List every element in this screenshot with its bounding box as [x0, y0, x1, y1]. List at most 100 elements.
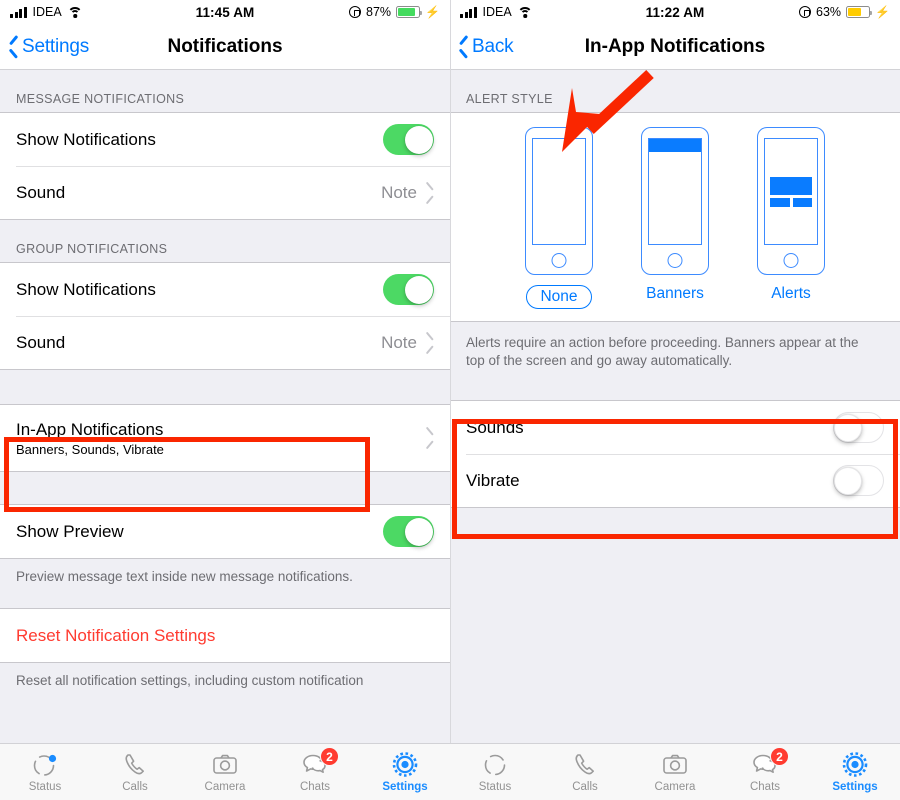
tab-label: Chats — [299, 781, 331, 793]
tab-label: Camera — [654, 781, 696, 793]
row-show-preview[interactable]: Show Preview — [0, 505, 450, 558]
tab-label: Status — [478, 781, 512, 793]
phone-screen-area — [532, 138, 586, 245]
alert-style-option-alerts[interactable]: Alerts — [757, 127, 825, 309]
left-status-right: 87% ⚡ — [349, 5, 440, 19]
tab-label: Calls — [122, 781, 148, 793]
show-preview-footnote: Preview message text inside new message … — [16, 569, 353, 584]
row-sounds[interactable]: Sounds — [450, 401, 900, 455]
row-group-sound[interactable]: Sound Note — [0, 316, 450, 369]
back-button-label: Settings — [22, 35, 90, 57]
row-label: Vibrate — [466, 470, 520, 490]
row-in-app-notifications[interactable]: In-App Notifications Banners, Sounds, Vi… — [0, 405, 450, 471]
tab-label: Settings — [832, 781, 878, 793]
rotation-lock-icon — [349, 6, 362, 18]
row-message-show-notifications[interactable]: Show Notifications — [0, 113, 450, 166]
chats-badge: 2 — [770, 747, 789, 766]
chevron-right-icon — [425, 185, 434, 201]
row-label: Sound — [16, 182, 66, 202]
phone-icon — [121, 751, 149, 778]
alert-style-option-none[interactable]: None — [525, 127, 593, 309]
toggle-vibrate[interactable] — [833, 465, 884, 497]
group-notifications-group: Show Notifications Sound Note — [0, 262, 450, 370]
toggle-sounds[interactable] — [833, 412, 884, 444]
row-value: Note — [381, 182, 417, 202]
status-ring-icon — [31, 751, 59, 778]
in-app-toggles-group: Sounds Vibrate — [450, 400, 900, 509]
row-message-sound[interactable]: Sound Note — [0, 166, 450, 219]
chevron-left-icon — [8, 37, 19, 56]
tab-status[interactable]: Status — [0, 744, 90, 800]
row-group-show-notifications[interactable]: Show Notifications — [0, 263, 450, 316]
back-button-label: Back — [472, 35, 514, 57]
tab-label: Camera — [204, 781, 246, 793]
section-header-alert-style: ALERT STYLE — [466, 92, 553, 106]
right-nav-bar: Back In-App Notifications — [450, 24, 900, 70]
banner-bar-shape — [649, 139, 701, 152]
home-button-icon — [783, 253, 799, 268]
battery-icon — [396, 6, 423, 18]
phone-preview-none-icon — [525, 127, 593, 275]
row-reset-notification-settings[interactable]: Reset Notification Settings — [0, 609, 450, 663]
tab-chats[interactable]: 2 Chats — [270, 744, 360, 800]
phone-screen-area — [648, 138, 702, 245]
row-label: Show Notifications — [16, 129, 156, 149]
tab-status[interactable]: Status — [450, 744, 540, 800]
tab-camera[interactable]: Camera — [630, 744, 720, 800]
row-label: In-App Notifications — [16, 419, 164, 439]
alert-style-picker: None Banners Alerts — [450, 112, 900, 322]
phone-icon — [571, 751, 599, 778]
home-button-icon — [667, 253, 683, 268]
in-app-notifications-group: In-App Notifications Banners, Sounds, Vi… — [0, 404, 450, 472]
chats-badge: 2 — [320, 747, 339, 766]
alert-style-option-banners[interactable]: Banners — [641, 127, 709, 309]
left-status-bar: IDEA 11:45 AM 87% ⚡ — [0, 0, 450, 24]
tab-label: Settings — [382, 781, 428, 793]
tab-bar: Status Calls Camera 2 Chats Settings Sta… — [0, 743, 900, 800]
toggle-show-preview[interactable] — [383, 516, 434, 547]
alert-style-footnote: Alerts require an action before proceedi… — [466, 335, 859, 369]
tab-chats[interactable]: 2 Chats — [720, 744, 810, 800]
reset-group: Reset Notification Settings — [0, 608, 450, 664]
alert-style-label-banners: Banners — [646, 285, 704, 302]
tab-camera[interactable]: Camera — [180, 744, 270, 800]
tab-calls[interactable]: Calls — [540, 744, 630, 800]
toggle-message-show-notifications[interactable] — [383, 124, 434, 155]
gear-icon — [391, 751, 419, 778]
tab-settings[interactable]: Settings — [810, 744, 900, 800]
row-label: Sound — [16, 332, 66, 352]
chevron-right-icon — [425, 335, 434, 351]
row-subtitle: Banners, Sounds, Vibrate — [16, 441, 164, 457]
alert-box-shape — [770, 177, 812, 195]
charging-bolt-icon: ⚡ — [425, 5, 440, 19]
left-nav-bar: Settings Notifications — [0, 24, 450, 70]
reset-footnote: Reset all notification settings, includi… — [16, 673, 364, 689]
status-ring-icon — [481, 751, 509, 778]
right-phone-screen: IDEA 11:22 AM 63% ⚡ Back In-App Notifica… — [450, 0, 900, 800]
alert-style-label-none: None — [526, 285, 592, 309]
chevron-left-icon — [458, 37, 469, 56]
row-label: Sounds — [466, 417, 524, 437]
back-button[interactable]: Back — [450, 35, 514, 58]
show-preview-group: Show Preview — [0, 504, 450, 559]
row-text-stack: In-App Notifications Banners, Sounds, Vi… — [16, 420, 425, 457]
tab-calls[interactable]: Calls — [90, 744, 180, 800]
alert-style-label-alerts: Alerts — [771, 285, 811, 302]
tab-label: Calls — [572, 781, 598, 793]
rotation-lock-icon — [799, 6, 812, 18]
tab-settings[interactable]: Settings — [360, 744, 450, 800]
charging-bolt-icon: ⚡ — [875, 5, 890, 19]
camera-icon — [211, 751, 239, 778]
chevron-right-icon — [425, 430, 434, 446]
gear-icon — [841, 751, 869, 778]
back-button-settings[interactable]: Settings — [0, 36, 89, 58]
phone-preview-banners-icon — [641, 127, 709, 275]
tab-label: Status — [28, 781, 62, 793]
phone-preview-alerts-icon — [757, 127, 825, 275]
page-title: In-App Notifications — [584, 35, 766, 57]
right-status-bar: IDEA 11:22 AM 63% ⚡ — [450, 0, 900, 24]
toggle-group-show-notifications[interactable] — [383, 274, 434, 305]
row-vibrate[interactable]: Vibrate — [450, 454, 900, 508]
